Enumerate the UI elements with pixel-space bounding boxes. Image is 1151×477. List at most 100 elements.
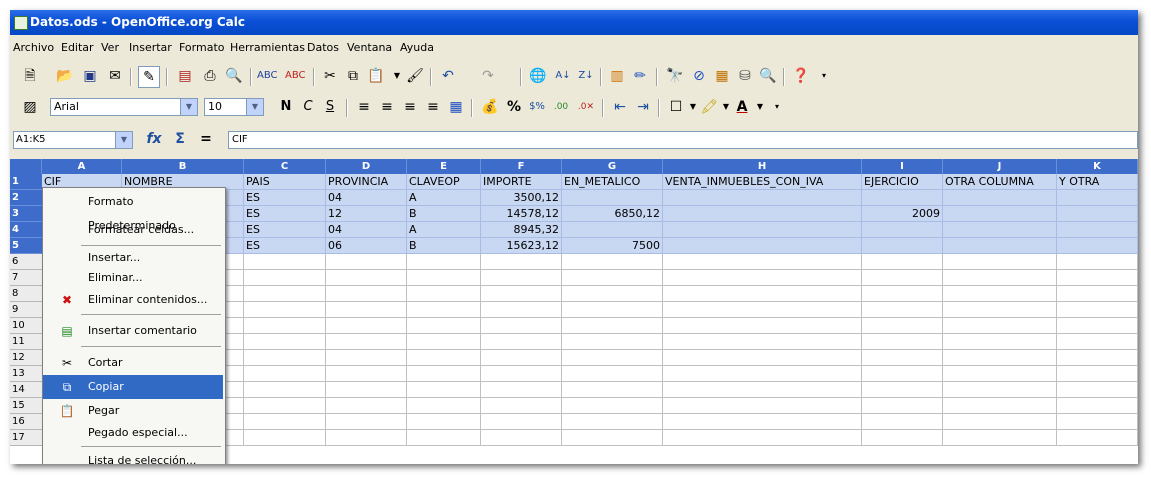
cell-h1[interactable]: VENTA_INMUEBLES_CON_IVA [663, 174, 862, 190]
column-header-a[interactable]: A [42, 159, 122, 174]
cell-j7[interactable] [943, 270, 1057, 286]
cell-e13[interactable] [407, 366, 481, 382]
copy-toolbar-icon[interactable]: ⧉ [343, 66, 363, 86]
ctx-eliminar-contenidos[interactable]: ✖ Eliminar contenidos... [43, 288, 223, 312]
cell-j14[interactable] [943, 382, 1057, 398]
spellcheck-icon[interactable]: ABC [257, 66, 278, 86]
cell-i17[interactable] [862, 430, 943, 446]
ctx-copiar[interactable]: ⧉ Copiar [43, 375, 223, 399]
cell-j8[interactable] [943, 286, 1057, 302]
row-header-11[interactable]: 11 [10, 334, 42, 350]
cell-k1[interactable]: Y OTRA [1057, 174, 1138, 190]
row-header-9[interactable]: 9 [10, 302, 42, 318]
cell-h6[interactable] [663, 254, 862, 270]
align-left-icon[interactable]: ≡ [354, 97, 374, 117]
row-header-13[interactable]: 13 [10, 366, 42, 382]
cell-c11[interactable] [244, 334, 326, 350]
cell-e2[interactable]: A [407, 190, 481, 206]
export-pdf-icon[interactable]: ▤ [175, 66, 195, 86]
font-size-box[interactable]: 10 ▼ [204, 98, 264, 116]
cell-g10[interactable] [562, 318, 663, 334]
redo-icon[interactable]: ↷ [478, 66, 498, 86]
justify-icon[interactable]: ≡ [423, 97, 443, 117]
cell-k12[interactable] [1057, 350, 1138, 366]
cell-c2[interactable]: ES [244, 190, 326, 206]
cell-k13[interactable] [1057, 366, 1138, 382]
cell-g9[interactable] [562, 302, 663, 318]
edit-mode-icon[interactable]: ✎ [138, 66, 160, 88]
cell-k11[interactable] [1057, 334, 1138, 350]
page-preview-icon[interactable]: 🔍 [224, 66, 244, 86]
cell-j13[interactable] [943, 366, 1057, 382]
menu-ayuda[interactable]: Ayuda [400, 41, 434, 54]
chevron-down-icon[interactable]: ▼ [115, 132, 132, 148]
cell-k16[interactable] [1057, 414, 1138, 430]
cell-f16[interactable] [481, 414, 562, 430]
cell-j1[interactable]: OTRA COLUMNA [943, 174, 1057, 190]
cell-j11[interactable] [943, 334, 1057, 350]
cell-f14[interactable] [481, 382, 562, 398]
cell-k15[interactable] [1057, 398, 1138, 414]
cell-e14[interactable] [407, 382, 481, 398]
cell-k14[interactable] [1057, 382, 1138, 398]
menu-datos[interactable]: Datos [307, 41, 339, 54]
cell-f1[interactable]: IMPORTE [481, 174, 562, 190]
row-header-15[interactable]: 15 [10, 398, 42, 414]
cell-c13[interactable] [244, 366, 326, 382]
cell-i12[interactable] [862, 350, 943, 366]
function-wizard-icon[interactable]: fx [144, 129, 164, 149]
cell-e16[interactable] [407, 414, 481, 430]
cell-j3[interactable] [943, 206, 1057, 222]
select-all-corner[interactable] [10, 159, 42, 174]
cell-i5[interactable] [862, 238, 943, 254]
cell-j10[interactable] [943, 318, 1057, 334]
ctx-lista-seleccion[interactable]: Lista de selección... [43, 449, 223, 464]
name-box[interactable]: A1:K5 ▼ [13, 131, 133, 149]
cell-d2[interactable]: 04 [326, 190, 407, 206]
cell-c1[interactable]: PAIS [244, 174, 326, 190]
cell-g16[interactable] [562, 414, 663, 430]
save-icon[interactable]: ▣ [80, 66, 100, 86]
open-folder-icon[interactable]: 📂 [55, 66, 75, 86]
cell-c6[interactable] [244, 254, 326, 270]
cell-j15[interactable] [943, 398, 1057, 414]
cell-k6[interactable] [1057, 254, 1138, 270]
cell-j5[interactable] [943, 238, 1057, 254]
cell-f17[interactable] [481, 430, 562, 446]
cell-f2[interactable]: 3500,12 [481, 190, 562, 206]
cell-c15[interactable] [244, 398, 326, 414]
cell-d6[interactable] [326, 254, 407, 270]
cell-k17[interactable] [1057, 430, 1138, 446]
row-header-5[interactable]: 5 [10, 238, 42, 254]
cell-d11[interactable] [326, 334, 407, 350]
cell-e11[interactable] [407, 334, 481, 350]
cell-f10[interactable] [481, 318, 562, 334]
cell-d1[interactable]: PROVINCIA [326, 174, 407, 190]
cell-j9[interactable] [943, 302, 1057, 318]
cell-d5[interactable]: 06 [326, 238, 407, 254]
cell-g14[interactable] [562, 382, 663, 398]
column-header-c[interactable]: C [244, 159, 326, 174]
cell-k5[interactable] [1057, 238, 1138, 254]
cell-c3[interactable]: ES [244, 206, 326, 222]
cell-f9[interactable] [481, 302, 562, 318]
cell-d8[interactable] [326, 286, 407, 302]
cell-g11[interactable] [562, 334, 663, 350]
cell-i8[interactable] [862, 286, 943, 302]
bold-button[interactable]: N [276, 97, 296, 117]
cell-e3[interactable]: B [407, 206, 481, 222]
ctx-cortar[interactable]: ✂ Cortar [43, 351, 223, 375]
ctx-pegar[interactable]: 📋 Pegar [43, 399, 223, 423]
styles-icon[interactable]: ▨ [20, 97, 40, 117]
cell-h13[interactable] [663, 366, 862, 382]
paste-toolbar-icon[interactable]: 📋 [366, 66, 386, 86]
column-header-h[interactable]: H [663, 159, 862, 174]
chevron-down-icon[interactable]: ▼ [246, 99, 263, 115]
cell-d16[interactable] [326, 414, 407, 430]
row-header-3[interactable]: 3 [10, 206, 42, 222]
cell-k4[interactable] [1057, 222, 1138, 238]
sort-ascending-icon[interactable]: A↓ [553, 66, 573, 86]
cell-f8[interactable] [481, 286, 562, 302]
cell-e10[interactable] [407, 318, 481, 334]
cell-i14[interactable] [862, 382, 943, 398]
